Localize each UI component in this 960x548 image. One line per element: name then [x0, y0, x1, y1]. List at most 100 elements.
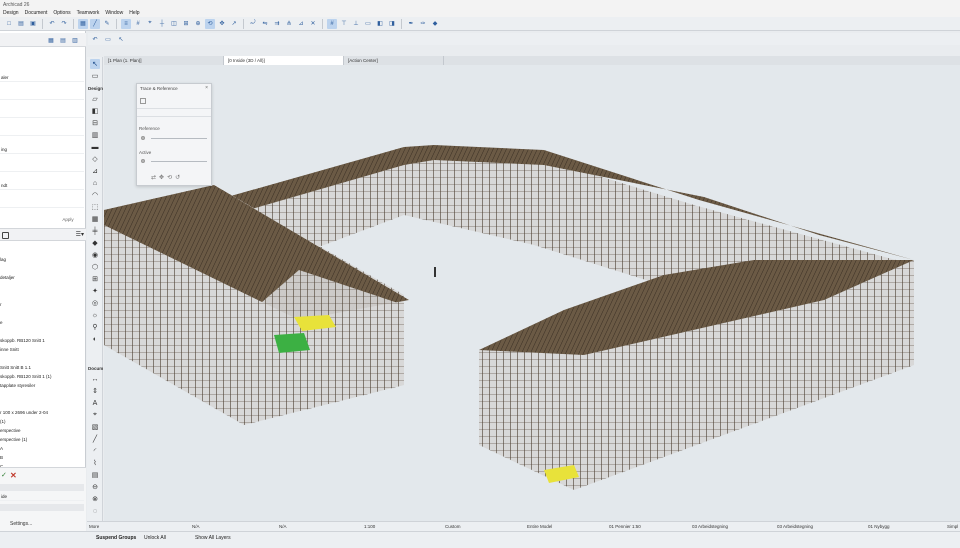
- magic-wand-icon[interactable]: ╱: [90, 18, 100, 29]
- column-tool-icon[interactable]: ▥: [90, 130, 100, 140]
- tree-item[interactable]: r 100 x 2696 under 2-04: [0, 408, 48, 417]
- tree-item[interactable]: skoppb. RB120 Snitt 1: [0, 336, 45, 345]
- text-tool-icon[interactable]: A: [90, 398, 100, 408]
- tree-item[interactable]: lag: [0, 255, 6, 264]
- slab-tool-icon[interactable]: ◇: [90, 154, 100, 164]
- layout-book-icon[interactable]: ▥: [70, 35, 80, 45]
- split-icon[interactable]: ⋔: [284, 19, 294, 29]
- sun-tool-icon[interactable]: ☼: [90, 310, 100, 320]
- dimension-tool-icon[interactable]: ↔: [90, 374, 100, 384]
- guide-icon[interactable]: ┼: [157, 19, 167, 29]
- menu-help[interactable]: Help: [129, 9, 139, 17]
- section-tool-icon[interactable]: ⊖: [90, 482, 100, 492]
- undo-small-icon[interactable]: ↶: [90, 34, 100, 44]
- skylight-tool-icon[interactable]: ⬚: [90, 202, 100, 212]
- pen-icon[interactable]: ✎: [102, 19, 112, 29]
- beam2-tool-icon[interactable]: ◐: [90, 334, 100, 344]
- tab-plan[interactable]: [1 Plan (1. Plan)]: [104, 56, 224, 65]
- tab-action-center[interactable]: [Action Center]: [344, 56, 444, 65]
- level-tool-icon[interactable]: ⇕: [90, 386, 100, 396]
- close-icon[interactable]: ✕: [10, 471, 17, 480]
- lamp-tool-icon[interactable]: ✦: [90, 286, 100, 296]
- paint-icon[interactable]: ◆: [430, 19, 440, 29]
- object-tool-icon[interactable]: ◉: [90, 250, 100, 260]
- trace-toggle-checkbox[interactable]: [140, 98, 146, 104]
- tree-item[interactable]: Snitt Snitt B 1.1: [0, 363, 31, 372]
- project-map-icon[interactable]: ▦: [46, 35, 56, 45]
- menu-options[interactable]: Options: [53, 9, 70, 17]
- property-row[interactable]: [0, 163, 84, 172]
- menu-design[interactable]: Design: [3, 9, 19, 17]
- tree-item[interactable]: erspective (1): [0, 435, 27, 444]
- tree-item[interactable]: inne Snitt: [0, 345, 19, 354]
- property-row[interactable]: [0, 127, 84, 136]
- window-tool-icon[interactable]: ⊟: [90, 118, 100, 128]
- active-knob[interactable]: [141, 159, 145, 163]
- tree-item[interactable]: A: [0, 444, 3, 453]
- grid-icon[interactable]: #: [133, 19, 143, 29]
- reference-slider[interactable]: [151, 138, 207, 139]
- zoom-icon[interactable]: ⊕: [193, 19, 203, 29]
- undo-icon[interactable]: ↶: [47, 19, 57, 29]
- rotate-icon[interactable]: ⟲: [167, 174, 172, 181]
- apply-button[interactable]: Apply: [58, 216, 78, 224]
- label-tool-icon[interactable]: ⌖: [90, 410, 100, 420]
- wall-tool-icon[interactable]: ▱: [90, 94, 100, 104]
- swap-icon[interactable]: ⇄: [151, 174, 156, 181]
- tree-item[interactable]: B: [0, 453, 3, 462]
- beam-tool-icon[interactable]: ▬: [90, 142, 100, 152]
- layers-icon[interactable]: ≡: [121, 18, 131, 29]
- tab-3d[interactable]: [0 Inside (3D / All)]: [224, 56, 344, 65]
- view-name-field[interactable]: ide: [0, 492, 84, 501]
- tree-item[interactable]: detaljer: [0, 273, 15, 282]
- trace-icon[interactable]: ◫: [169, 19, 179, 29]
- tree-item[interactable]: tapplate styresiler: [0, 381, 35, 390]
- settings-button[interactable]: Settings...: [10, 521, 32, 527]
- rotate-icon[interactable]: ⤾: [248, 19, 258, 29]
- railing-tool-icon[interactable]: ╪: [90, 226, 100, 236]
- property-row[interactable]: ndt: [0, 181, 84, 190]
- roof-tool-icon[interactable]: ⌂: [90, 178, 100, 188]
- door-tool-icon[interactable]: ◧: [90, 106, 100, 116]
- pan-icon[interactable]: ✥: [217, 19, 227, 29]
- tree-item[interactable]: skoppb. RB120 Snitt 1 (1): [0, 372, 52, 381]
- 3d-viewport[interactable]: [104, 65, 960, 521]
- mesh-tool-icon[interactable]: ⊞: [90, 274, 100, 284]
- open-icon[interactable]: ▤: [16, 19, 26, 29]
- save-icon[interactable]: ▣: [28, 19, 38, 29]
- arrow-tool-icon[interactable]: ↖: [90, 59, 100, 69]
- curtain-wall-tool-icon[interactable]: ▦: [90, 214, 100, 224]
- tree-item[interactable]: (1): [0, 417, 6, 426]
- name-field[interactable]: [0, 484, 84, 491]
- orbit-icon[interactable]: ⟲: [205, 18, 215, 29]
- menu-document[interactable]: Document: [25, 9, 48, 17]
- render-icon[interactable]: ◨: [387, 19, 397, 29]
- view-icon[interactable]: ◧: [375, 19, 385, 29]
- adjust-icon[interactable]: ⊿: [296, 19, 306, 29]
- shell-tool-icon[interactable]: ◠: [90, 190, 100, 200]
- measure-icon[interactable]: ⊞: [181, 19, 191, 29]
- tree-item[interactable]: e: [0, 318, 3, 327]
- align-icon[interactable]: ⊤: [339, 19, 349, 29]
- property-row[interactable]: [0, 109, 84, 118]
- zone-tool-icon[interactable]: ⬡: [90, 262, 100, 272]
- property-row[interactable]: [0, 199, 84, 208]
- detail-tool-icon[interactable]: ◌: [90, 506, 100, 516]
- check-icon[interactable]: ✓: [1, 471, 7, 479]
- frame-icon[interactable]: ▭: [103, 34, 113, 44]
- palette-close-icon[interactable]: ×: [205, 85, 208, 91]
- arrow-icon[interactable]: ↗: [229, 19, 239, 29]
- reset-icon[interactable]: ↺: [175, 174, 180, 181]
- active-slider[interactable]: [151, 161, 207, 162]
- fill-tool-icon[interactable]: ▧: [90, 422, 100, 432]
- view-map-icon[interactable]: ▤: [58, 35, 68, 45]
- tree-item[interactable]: erspective: [0, 426, 21, 435]
- suspend-groups-button[interactable]: Suspend Groups: [96, 535, 136, 541]
- eyedropper-icon[interactable]: ✒: [406, 19, 416, 29]
- menu-teamwork[interactable]: Teamwork: [77, 9, 100, 17]
- folder-icon[interactable]: [2, 232, 9, 239]
- syringe-icon[interactable]: ✑: [418, 19, 428, 29]
- offset-icon[interactable]: ⇉: [272, 19, 282, 29]
- pointer-icon[interactable]: ↖: [116, 34, 126, 44]
- reference-knob[interactable]: [141, 136, 145, 140]
